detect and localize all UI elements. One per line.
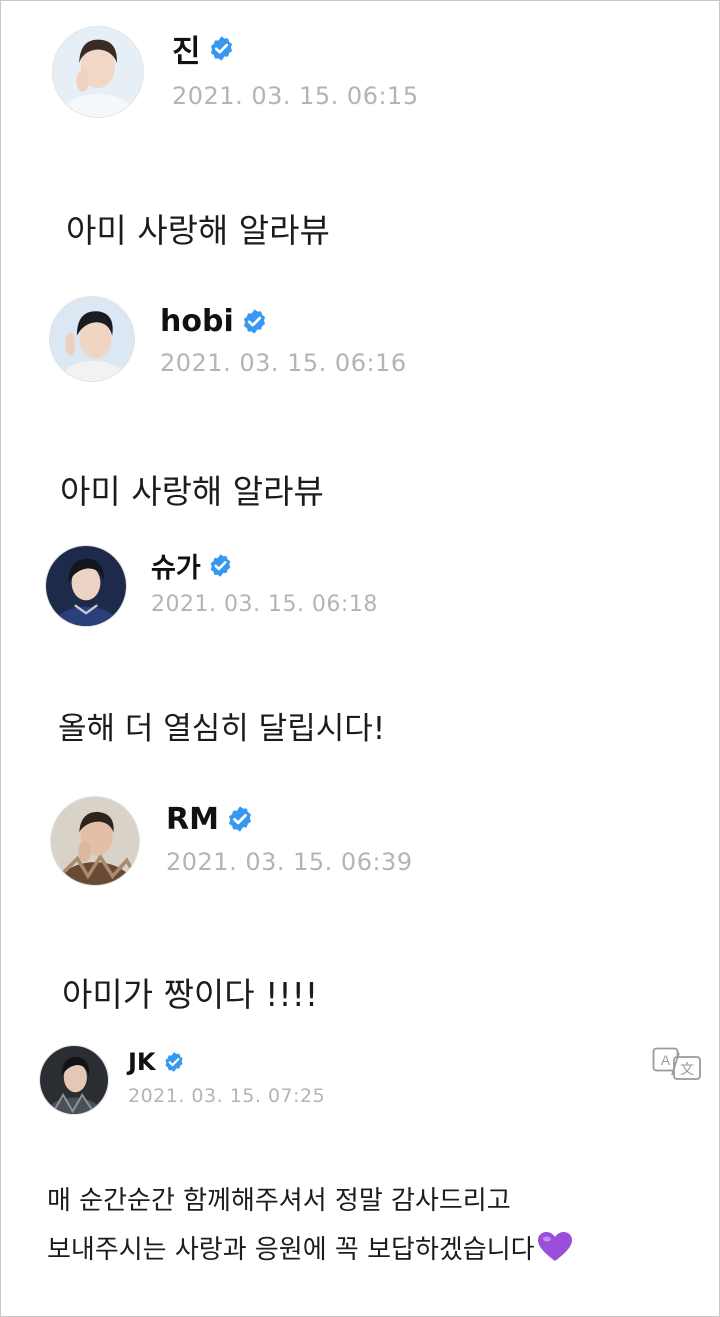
avatar-photo — [46, 546, 126, 626]
avatar-photo — [40, 1046, 108, 1114]
timestamp: 2021. 03. 15. 06:39 — [166, 848, 413, 876]
avatar[interactable] — [45, 545, 127, 627]
message-text: 아미 사랑해 알라뷰 — [66, 211, 330, 250]
translate-icon[interactable]: A 文 — [652, 1047, 702, 1081]
message-text-line-1: 매 순간순간 함께해주셔서 정말 감사드리고 — [47, 1186, 511, 1216]
avatar-photo — [53, 27, 143, 117]
purple-heart-icon — [537, 1231, 573, 1263]
avatar[interactable] — [50, 796, 140, 886]
timestamp: 2021. 03. 15. 06:16 — [160, 349, 407, 377]
avatar[interactable] — [49, 296, 135, 382]
author-name[interactable]: RM — [166, 802, 219, 837]
author-name[interactable]: hobi — [160, 304, 234, 339]
message-text-line-2: 보내주시는 사랑과 응원에 꼭 보답하겠습니다 — [47, 1235, 535, 1265]
message-text: 올해 더 열심히 달립시다! — [58, 711, 386, 747]
avatar[interactable] — [52, 26, 144, 118]
message-line-2: 보내주시는 사랑과 응원에 꼭 보답하겠습니다 — [47, 1229, 573, 1266]
verified-badge-icon — [226, 805, 254, 833]
verified-badge-icon — [208, 35, 235, 62]
screenshot-frame — [0, 0, 720, 1317]
avatar-photo — [51, 797, 139, 885]
verified-badge-icon — [208, 553, 233, 578]
author-name[interactable]: JK — [128, 1048, 156, 1076]
avatar-photo — [50, 297, 134, 381]
timestamp: 2021. 03. 15. 06:15 — [172, 82, 419, 110]
avatar[interactable] — [39, 1045, 109, 1115]
message-text: 아미가 짱이다 !!!! — [62, 975, 319, 1014]
svg-text:文: 文 — [680, 1062, 694, 1078]
message-text: 아미 사랑해 알라뷰 — [60, 472, 324, 511]
author-name[interactable]: 진 — [172, 26, 201, 71]
verified-badge-icon — [163, 1051, 185, 1073]
timestamp: 2021. 03. 15. 06:18 — [151, 592, 378, 617]
author-name[interactable]: 슈가 — [151, 546, 201, 585]
svg-text:A: A — [661, 1052, 671, 1068]
verified-badge-icon — [241, 308, 268, 335]
timestamp: 2021. 03. 15. 07:25 — [128, 1085, 326, 1107]
